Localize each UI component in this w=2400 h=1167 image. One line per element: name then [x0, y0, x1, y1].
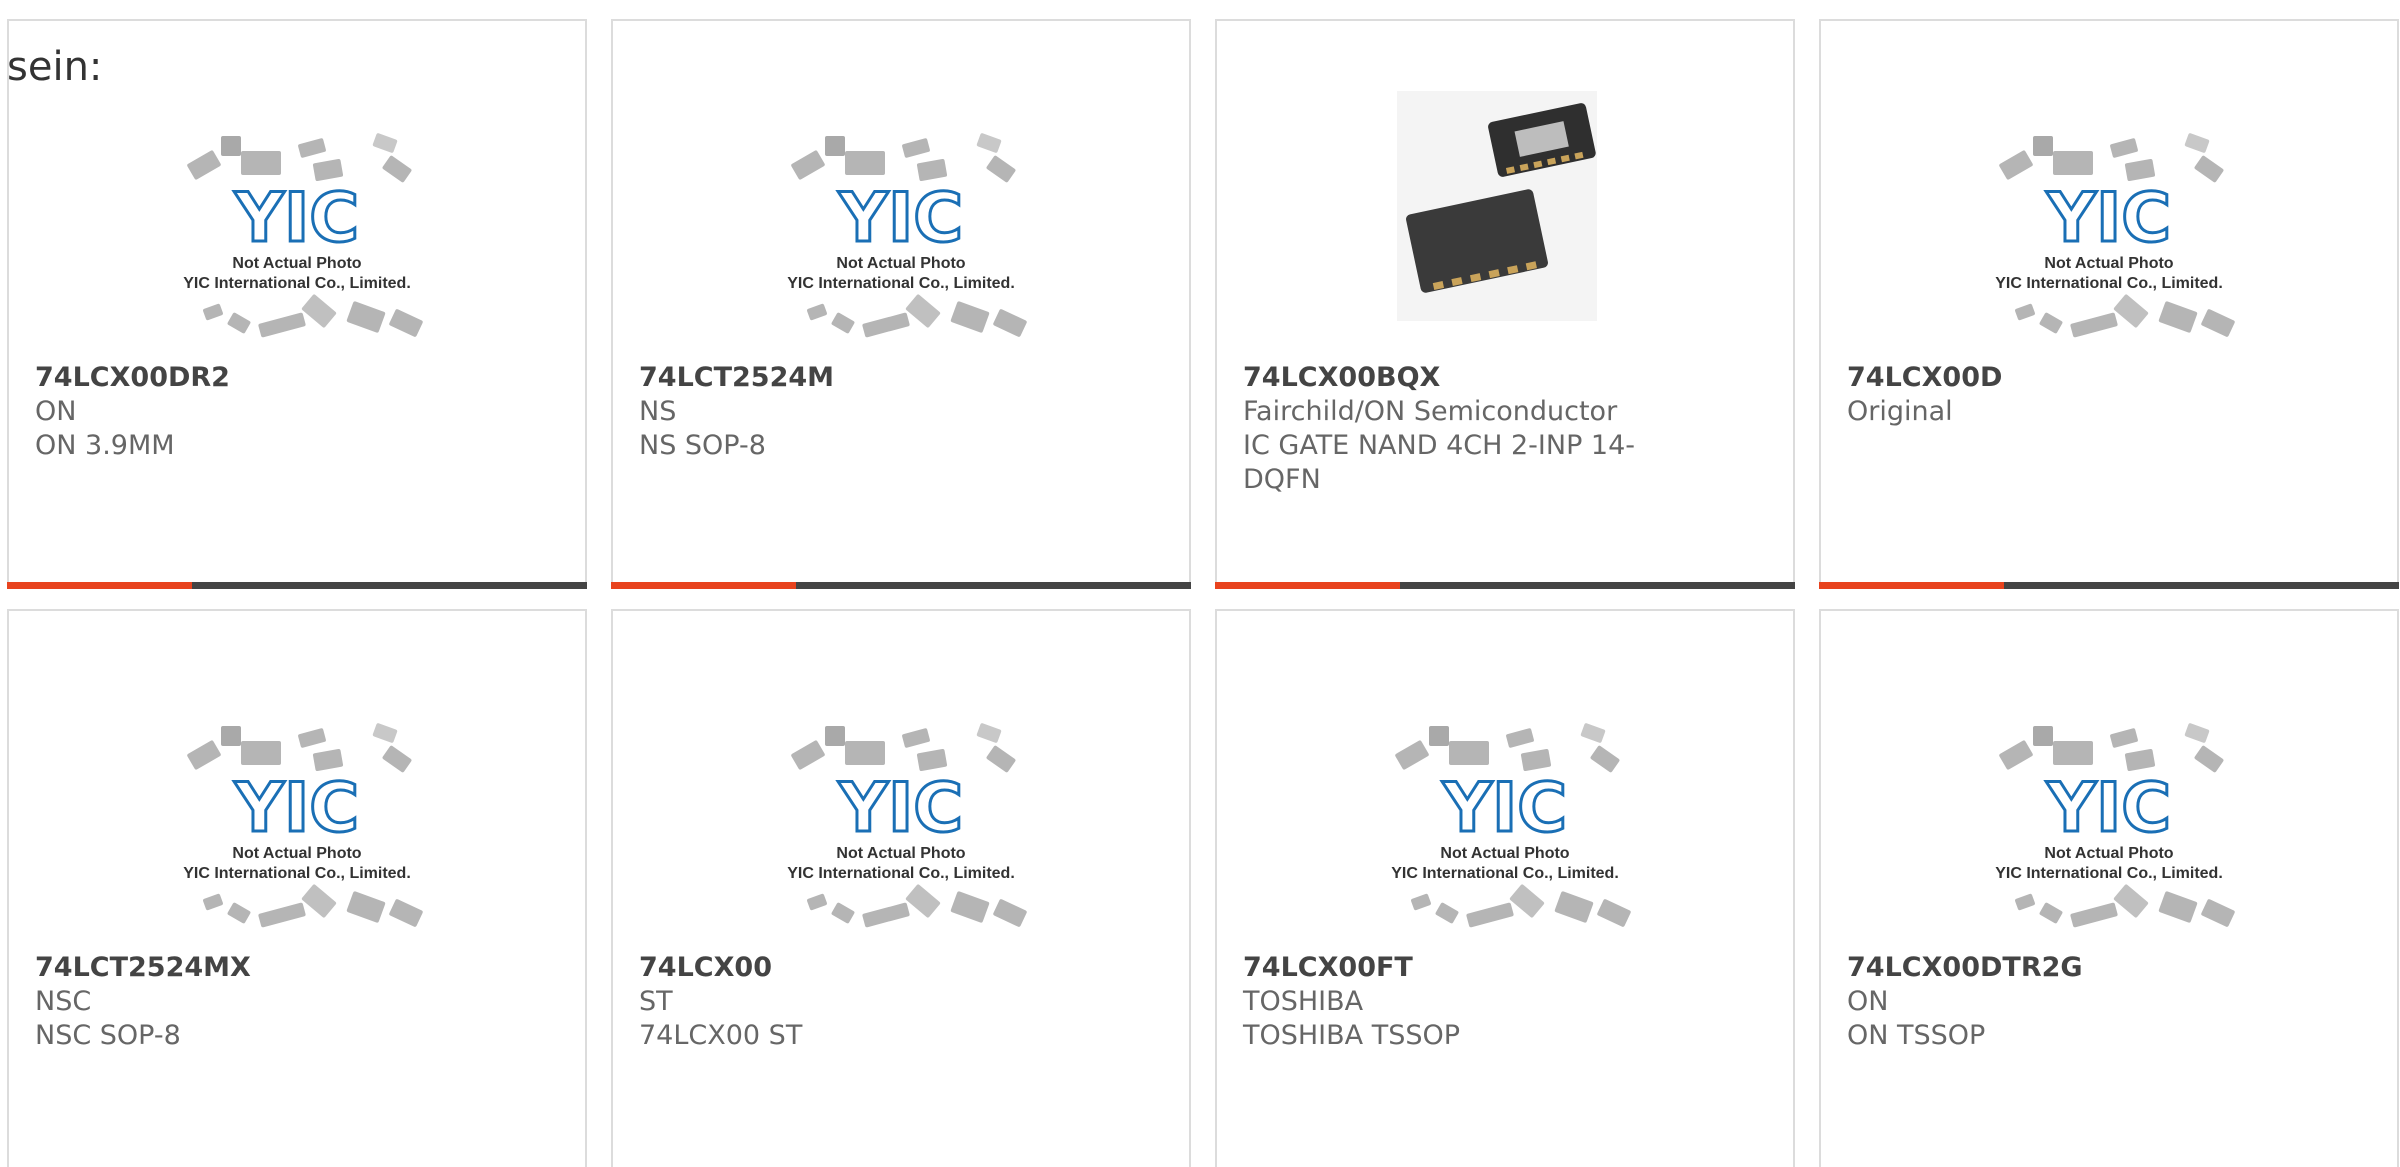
card-bottom-bar [1819, 582, 2399, 589]
placeholder-image-graphic: YICNot Actual Photo YIC International Co.… [787, 133, 1027, 338]
card-accent-bar [7, 582, 192, 589]
description: IC GATE NAND 4CH 2-INP 14-DQFN [1243, 430, 1636, 495]
part-number-link[interactable]: 74LCX00BQX [1243, 361, 1643, 395]
manufacturer: TOSHIBA [1243, 986, 1364, 1017]
product-image[interactable]: YIC Not Actual Photo YIC International Co.… [1971, 696, 2247, 956]
product-card[interactable]: 74LCX00BQX Fairchild/ON Semiconductor IC… [1215, 19, 1795, 589]
product-info: 74LCT2524M NS NS SOP-8 [639, 361, 1039, 463]
part-number-link[interactable]: 74LCX00DTR2G [1847, 951, 2247, 985]
part-number-link[interactable]: 74LCX00 [639, 951, 1039, 985]
description: NSC SOP-8 [35, 1020, 181, 1051]
product-info: 74LCX00BQX Fairchild/ON Semiconductor IC… [1243, 361, 1643, 497]
placeholder-line-2: YIC International Co., Limited. [787, 865, 1015, 882]
product-grid: YIC Not Actual Photo YIC International Co.… [7, 19, 2399, 1167]
chip-photo-graphic [1397, 91, 1597, 321]
placeholder-line-2: YIC International Co., Limited. [183, 865, 411, 882]
part-number-link[interactable]: 74LCX00D [1847, 361, 2247, 395]
description: ON 3.9MM [35, 430, 175, 461]
placeholder-line-2: YIC International Co., Limited. [1995, 865, 2223, 882]
product-info: 74LCX00DR2 ON ON 3.9MM [35, 361, 435, 463]
description: NS SOP-8 [639, 430, 766, 461]
placeholder-image-graphic: YICNot Actual Photo YIC International Co.… [1995, 133, 2235, 338]
product-image[interactable]: YIC Not Actual Photo YIC International Co.… [1367, 696, 1643, 956]
product-info: 74LCT2524MX NSC NSC SOP-8 [35, 951, 435, 1053]
product-image[interactable]: YIC Not Actual Photo YIC International Co.… [1971, 106, 2247, 366]
manufacturer: NSC [35, 986, 92, 1017]
placeholder-image-graphic: YICNot Actual Photo YIC International Co.… [183, 133, 423, 338]
product-info: 74LCX00FT TOSHIBA TOSHIBA TSSOP [1243, 951, 1643, 1053]
manufacturer: ON [35, 396, 77, 427]
product-card[interactable]: YIC Not Actual Photo YIC International Co.… [611, 19, 1191, 589]
placeholder-line-2: YIC International Co., Limited. [1995, 275, 2223, 292]
placeholder-image-graphic: YICNot Actual Photo YIC International Co.… [183, 723, 423, 928]
placeholder-line-2: YIC International Co., Limited. [787, 275, 1015, 292]
logo-lettering: YIC [2046, 769, 2171, 848]
product-card[interactable]: YIC Not Actual Photo YIC International Co.… [7, 19, 587, 589]
logo-lettering: YIC [1442, 769, 1567, 848]
card-accent-bar [1215, 582, 1400, 589]
placeholder-line-1: Not Actual Photo [232, 255, 361, 272]
part-number-link[interactable]: 74LCX00FT [1243, 951, 1643, 985]
placeholder-line-1: Not Actual Photo [2044, 845, 2173, 862]
product-image[interactable]: YIC Not Actual Photo YIC International Co.… [763, 106, 1039, 366]
product-card[interactable]: YIC Not Actual Photo YIC International Co.… [611, 609, 1191, 1167]
part-number-link[interactable]: 74LCT2524MX [35, 951, 435, 985]
part-number-link[interactable]: 74LCT2524M [639, 361, 1039, 395]
product-card[interactable]: YIC Not Actual Photo YIC International Co.… [1819, 609, 2399, 1167]
manufacturer: Fairchild/ON Semiconductor [1243, 396, 1618, 427]
manufacturer: ST [639, 986, 673, 1017]
product-card[interactable]: YIC Not Actual Photo YIC International Co.… [7, 609, 587, 1167]
product-image[interactable] [1397, 91, 1597, 321]
product-card[interactable]: YIC Not Actual Photo YIC International Co.… [1215, 609, 1795, 1167]
card-bottom-bar [1215, 582, 1795, 589]
logo-lettering: YIC [838, 179, 963, 258]
product-info: 74LCX00DTR2G ON ON TSSOP [1847, 951, 2247, 1053]
placeholder-image-graphic: YICNot Actual Photo YIC International Co.… [1995, 723, 2235, 928]
placeholder-line-1: Not Actual Photo [232, 845, 361, 862]
product-info: 74LCX00D Original [1847, 361, 2247, 429]
logo-lettering: YIC [838, 769, 963, 848]
product-image[interactable]: YIC Not Actual Photo YIC International Co.… [159, 106, 435, 366]
card-accent-bar [1819, 582, 2004, 589]
product-list-page: sein: YIC Not Actual Photo YIC Internation… [0, 0, 2400, 1167]
section-heading: sein: [7, 44, 103, 90]
logo-lettering: YIC [234, 769, 359, 848]
description: ON TSSOP [1847, 1020, 1986, 1051]
product-image[interactable]: YIC Not Actual Photo YIC International Co.… [159, 696, 435, 956]
product-image[interactable]: YIC Not Actual Photo YIC International Co.… [763, 696, 1039, 956]
manufacturer: Original [1847, 396, 1953, 427]
card-bottom-bar [7, 582, 587, 589]
logo-lettering: YIC [2046, 179, 2171, 258]
placeholder-line-1: Not Actual Photo [836, 255, 965, 272]
manufacturer: NS [639, 396, 677, 427]
card-accent-bar [611, 582, 796, 589]
placeholder-line-2: YIC International Co., Limited. [183, 275, 411, 292]
description: TOSHIBA TSSOP [1243, 1020, 1461, 1051]
placeholder-line-1: Not Actual Photo [1440, 845, 1569, 862]
placeholder-image-graphic: YICNot Actual Photo YIC International Co.… [1391, 723, 1631, 928]
product-info: 74LCX00 ST 74LCX00 ST [639, 951, 1039, 1053]
manufacturer: ON [1847, 986, 1889, 1017]
card-bottom-bar [611, 582, 1191, 589]
placeholder-image-graphic: YICNot Actual Photo YIC International Co.… [787, 723, 1027, 928]
placeholder-line-1: Not Actual Photo [2044, 255, 2173, 272]
part-number-link[interactable]: 74LCX00DR2 [35, 361, 435, 395]
placeholder-line-2: YIC International Co., Limited. [1391, 865, 1619, 882]
description: 74LCX00 ST [639, 1020, 803, 1051]
product-card[interactable]: YIC Not Actual Photo YIC International Co.… [1819, 19, 2399, 589]
logo-lettering: YIC [234, 179, 359, 258]
placeholder-line-1: Not Actual Photo [836, 845, 965, 862]
